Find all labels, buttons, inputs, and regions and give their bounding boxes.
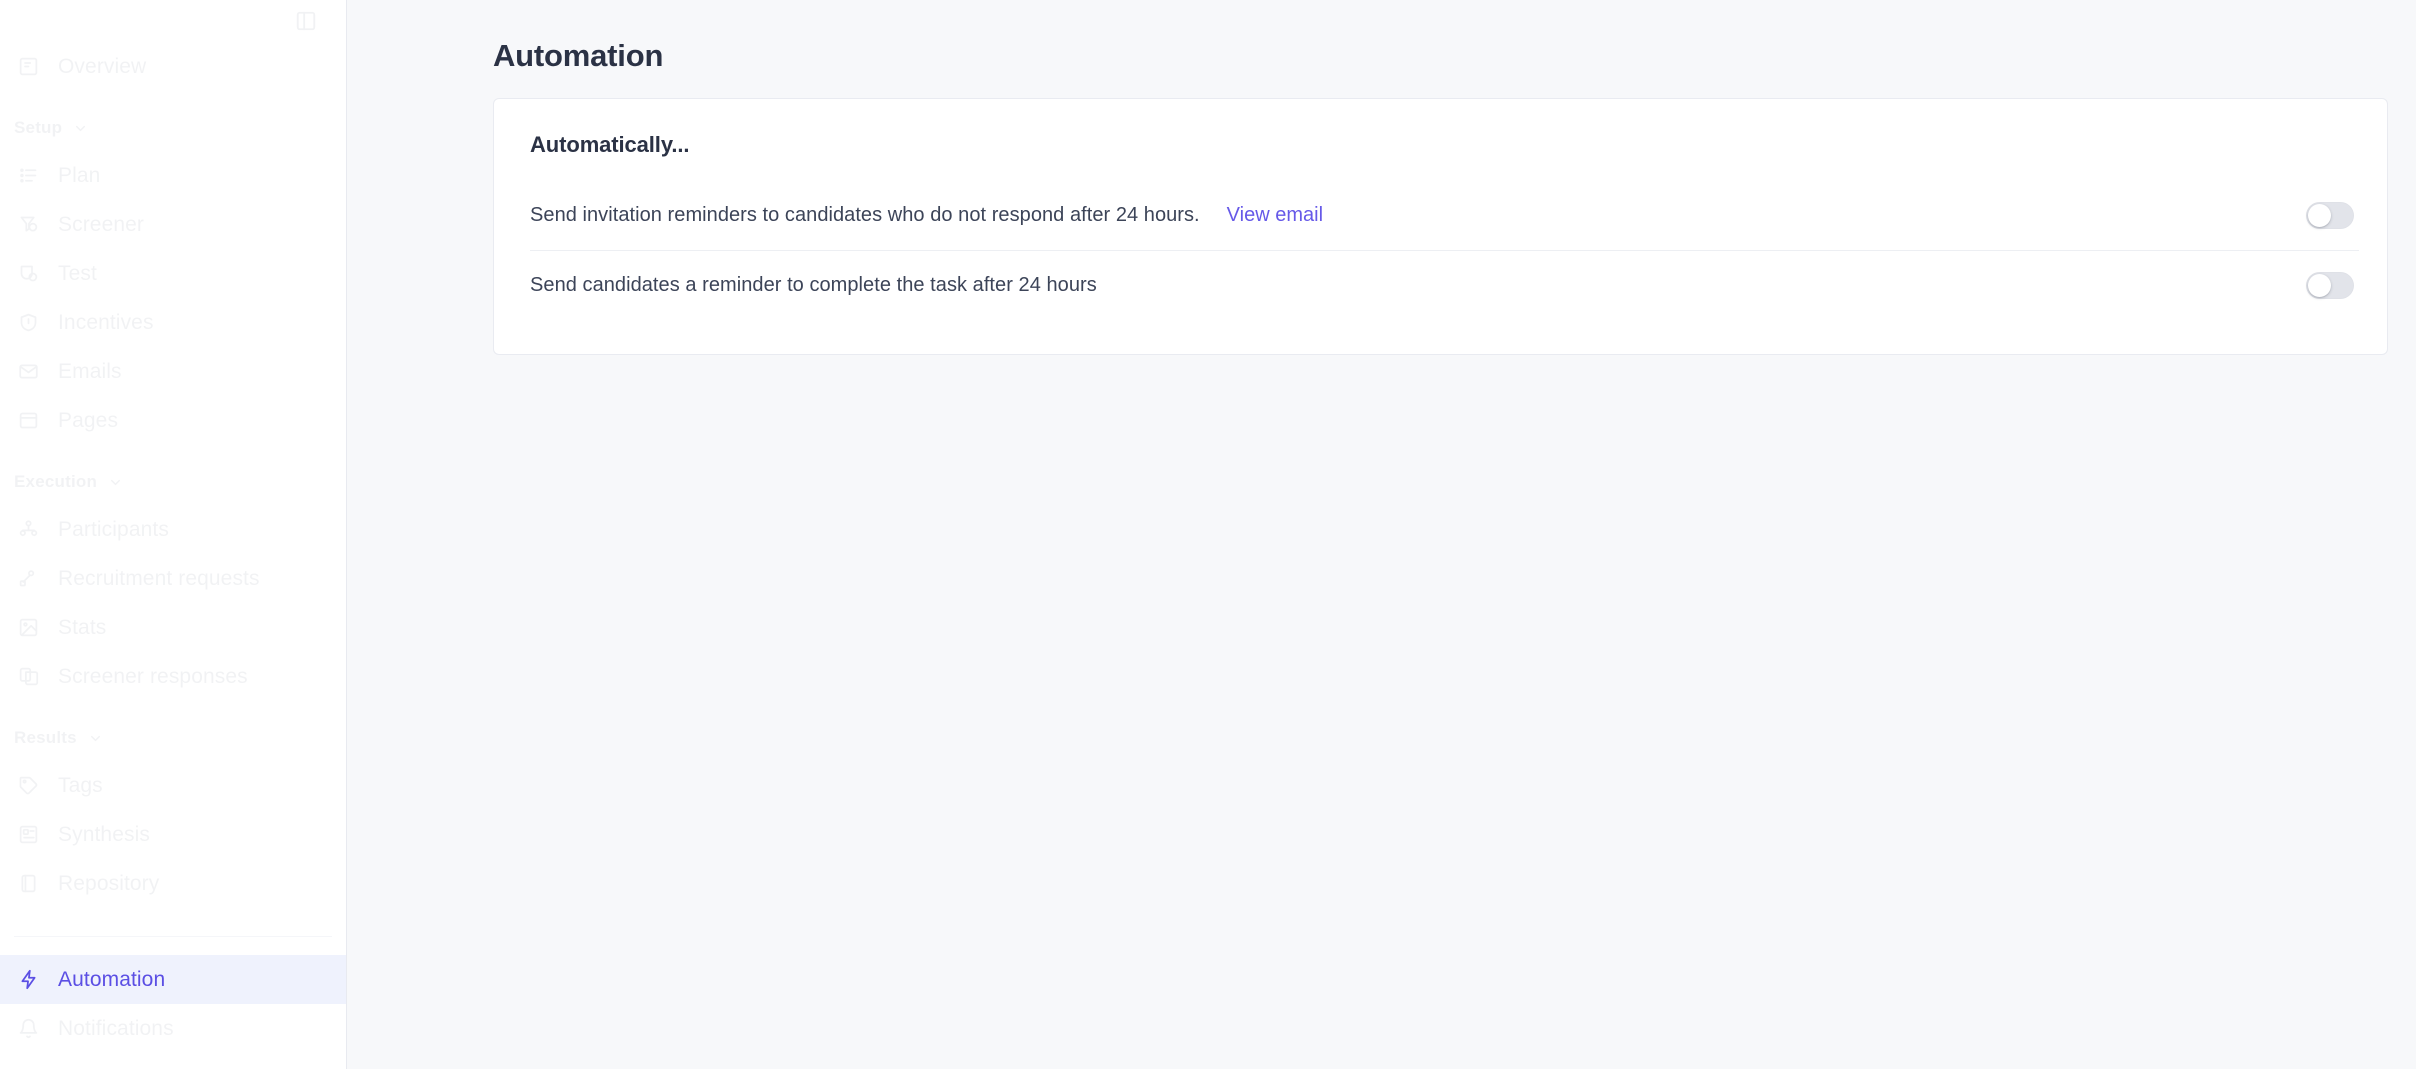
image-chart-icon bbox=[18, 617, 52, 638]
sidebar-item-tags[interactable]: Tags bbox=[0, 761, 346, 810]
document-icon bbox=[18, 56, 52, 77]
sidebar-item-screener-responses[interactable]: Screener responses bbox=[0, 652, 346, 701]
main-content: Automation Automatically... Send invitat… bbox=[347, 0, 2416, 1069]
rule-description: Send invitation reminders to candidates … bbox=[530, 204, 1200, 226]
sidebar-group-label: Execution bbox=[14, 472, 98, 491]
sidebar-item-label: Screener bbox=[58, 212, 145, 236]
sidebar-item-emails[interactable]: Emails bbox=[0, 347, 346, 396]
sidebar-item-repository[interactable]: Repository bbox=[0, 859, 346, 908]
sidebar-item-label: Overview bbox=[58, 54, 147, 78]
sidebar-item-overview[interactable]: Overview bbox=[0, 42, 346, 91]
people-icon bbox=[18, 519, 52, 540]
sidebar-divider bbox=[14, 936, 332, 937]
sidebar-item-label: Test bbox=[58, 261, 97, 285]
sidebar-group-execution[interactable]: Execution bbox=[0, 459, 346, 505]
sidebar-nav: Overview Setup Plan Screener Test Incent… bbox=[0, 42, 346, 1069]
filter-funnel-icon bbox=[18, 214, 52, 235]
automation-rule-row: Send invitation reminders to candidates … bbox=[494, 181, 2387, 250]
sidebar: Overview Setup Plan Screener Test Incent… bbox=[0, 0, 347, 1069]
app-root: Overview Setup Plan Screener Test Incent… bbox=[0, 0, 2416, 1069]
shield-icon bbox=[18, 312, 52, 333]
rule-description: Send candidates a reminder to complete t… bbox=[530, 274, 1097, 296]
page-title: Automation bbox=[493, 38, 664, 73]
sidebar-item-label: Screener responses bbox=[58, 664, 248, 688]
sidebar-item-label: Pages bbox=[58, 408, 119, 432]
invitation-reminder-toggle[interactable] bbox=[2306, 202, 2354, 229]
sidebar-item-synthesis[interactable]: Synthesis bbox=[0, 810, 346, 859]
sidebar-item-label: Stats bbox=[58, 615, 107, 639]
lightning-bolt-icon bbox=[18, 969, 52, 990]
sidebar-item-plan[interactable]: Plan bbox=[0, 151, 346, 200]
sidebar-item-pages[interactable]: Pages bbox=[0, 396, 346, 445]
sidebar-item-participants[interactable]: Participants bbox=[0, 505, 346, 554]
sidebar-item-label: Synthesis bbox=[58, 822, 150, 846]
book-icon bbox=[18, 873, 52, 894]
automation-card: Automatically... Send invitation reminde… bbox=[493, 98, 2388, 355]
sidebar-item-test[interactable]: Test bbox=[0, 249, 346, 298]
sidebar-item-label: Automation bbox=[58, 967, 166, 991]
sidebar-item-label: Emails bbox=[58, 359, 122, 383]
sidebar-group-label: Results bbox=[14, 728, 77, 747]
sidebar-item-label: Notifications bbox=[58, 1016, 174, 1040]
sidebar-item-recruitment-requests[interactable]: Recruitment requests bbox=[0, 554, 346, 603]
chevron-down-icon bbox=[88, 731, 103, 746]
sidebar-item-label: Participants bbox=[58, 517, 169, 541]
sidebar-group-results[interactable]: Results bbox=[0, 715, 346, 761]
automation-rule-row: Send candidates a reminder to complete t… bbox=[494, 251, 2387, 320]
sidebar-item-automation[interactable]: Automation bbox=[0, 955, 346, 1004]
sidebar-item-label: Incentives bbox=[58, 310, 154, 334]
chevron-down-icon bbox=[73, 121, 88, 136]
list-icon bbox=[18, 165, 52, 186]
sidebar-item-label: Tags bbox=[58, 773, 103, 797]
sidebar-item-label: Recruitment requests bbox=[58, 566, 260, 590]
bell-icon bbox=[18, 1018, 52, 1039]
sidebar-toggle-row bbox=[0, 0, 346, 42]
megaphone-icon bbox=[18, 568, 52, 589]
toggle-knob bbox=[2308, 204, 2331, 227]
sidebar-item-screener[interactable]: Screener bbox=[0, 200, 346, 249]
sidebar-item-label: Repository bbox=[58, 871, 160, 895]
sidebar-group-setup[interactable]: Setup bbox=[0, 105, 346, 151]
card-heading: Automatically... bbox=[530, 132, 690, 157]
sidebar-item-stats[interactable]: Stats bbox=[0, 603, 346, 652]
view-email-link[interactable]: View email bbox=[1227, 204, 1323, 227]
documents-icon bbox=[18, 666, 52, 687]
sidebar-item-notifications[interactable]: Notifications bbox=[0, 1004, 346, 1053]
sidebar-item-incentives[interactable]: Incentives bbox=[0, 298, 346, 347]
flask-icon bbox=[18, 263, 52, 284]
chevron-down-icon bbox=[108, 475, 123, 490]
tag-icon bbox=[18, 775, 52, 796]
task-reminder-toggle[interactable] bbox=[2306, 272, 2354, 299]
envelope-icon bbox=[18, 361, 52, 382]
window-icon bbox=[18, 410, 52, 431]
sidebar-group-label: Setup bbox=[14, 118, 63, 137]
layers-icon bbox=[18, 824, 52, 845]
sidebar-item-label: Plan bbox=[58, 163, 101, 187]
panel-layout-icon[interactable] bbox=[293, 8, 319, 34]
toggle-knob bbox=[2308, 274, 2331, 297]
